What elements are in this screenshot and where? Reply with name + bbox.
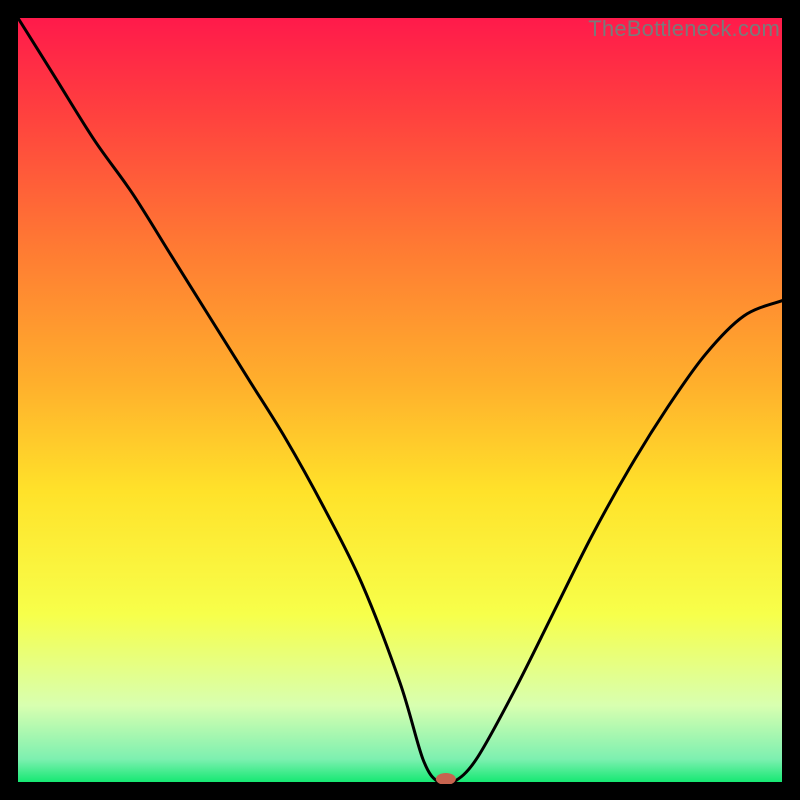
chart-frame: TheBottleneck.com — [16, 16, 784, 784]
bottleneck-chart — [16, 16, 784, 784]
plot-background — [18, 18, 782, 782]
watermark-text: TheBottleneck.com — [588, 16, 780, 42]
